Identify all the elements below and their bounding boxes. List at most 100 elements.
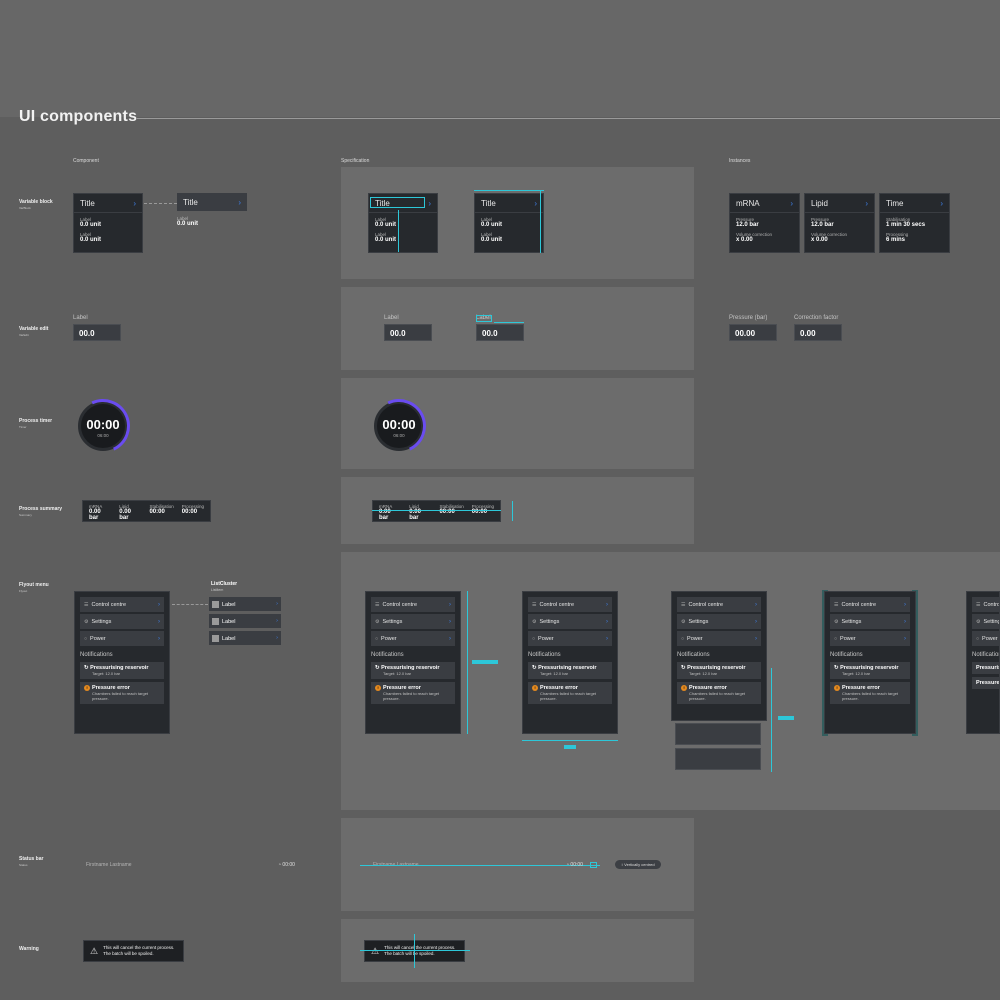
menu-item-control-centre[interactable]: ☰ Control centre › <box>80 597 164 612</box>
error-icon: ! <box>834 685 840 691</box>
spec-measure-line <box>771 668 772 772</box>
spec-measure-line <box>360 950 470 951</box>
row-label-status-bar: Status bar Status <box>19 856 44 867</box>
notifications-heading: Notifications <box>677 652 710 658</box>
vertically-centred-pill: ↕ Vertically centred <box>615 860 661 869</box>
connector-line <box>144 203 177 205</box>
chevron-right-icon: › <box>276 601 278 607</box>
error-icon: ! <box>532 685 538 691</box>
spec-measure-line <box>540 190 541 253</box>
power-icon: ○ <box>834 635 838 642</box>
variable-block-title: Title <box>481 198 496 208</box>
notifications-heading: Notifications <box>528 652 561 658</box>
variable-block-instance-time[interactable]: Time › Stabilisation 1 min 30 secs Proces… <box>879 193 950 253</box>
square-icon <box>212 634 219 642</box>
error-icon: ! <box>84 685 90 691</box>
variable-value: 0.0 unit <box>481 237 503 243</box>
chevron-right-icon: › <box>238 197 241 207</box>
title-divider <box>137 118 1000 119</box>
chevron-right-icon: › <box>606 618 608 625</box>
power-icon: ○ <box>681 635 685 642</box>
pressure-field[interactable]: 00.00 <box>729 324 777 341</box>
notification-item-error[interactable]: ! Pressure error Chambers failed to reach… <box>80 682 164 704</box>
sliders-icon: ☰ <box>834 601 839 608</box>
variable-value: 0.0 unit <box>80 222 102 228</box>
power-icon: ○ <box>375 635 379 642</box>
header-band <box>0 0 1000 117</box>
notifications-heading: Notifications <box>972 652 999 658</box>
variable-value: 0.0 unit <box>375 222 397 228</box>
variable-block-component[interactable]: Title › Label 0.0 unit Label 0.0 unit <box>73 193 143 253</box>
edit-field[interactable]: 00.0 <box>73 324 121 341</box>
column-head-component: Component <box>73 158 99 164</box>
column-head-specification: Specification <box>341 158 370 164</box>
process-summary: mRNA 0.00 bar Lipid 0.00 bar Stabilisation… <box>82 500 211 522</box>
variable-value: 0.0 unit <box>177 221 199 227</box>
variable-block-floating[interactable]: Title › Label 0.0 unit <box>177 193 247 227</box>
chevron-right-icon: › <box>449 601 451 608</box>
variable-block-instance-mrna[interactable]: mRNA › Pressure 12.0 bar Volume correctio… <box>729 193 800 253</box>
summary-cell: Stabilisation 00:00 <box>149 504 174 515</box>
list-item[interactable]: Label › <box>209 614 281 628</box>
sliders-icon: ☰ <box>532 601 537 608</box>
warning-banner: ⚠ This will cancel the current process. T… <box>83 940 184 962</box>
variable-value: 0.0 unit <box>481 222 503 228</box>
chevron-right-icon: › <box>276 635 278 641</box>
spec-measure-line <box>360 865 600 866</box>
gear-icon: ⚙ <box>681 618 686 625</box>
timer-time: 00:00 <box>382 417 416 432</box>
process-timer-spec: 00:00 06:00 <box>364 391 434 461</box>
flyout-menu-spec: ☰ Control centre › ⚙ Settings › ○ Power › Noti… <box>522 591 618 734</box>
chevron-right-icon: › <box>865 198 868 208</box>
variable-block-title: Time <box>886 198 904 208</box>
chevron-right-icon: › <box>606 635 608 642</box>
chevron-right-icon: › <box>790 198 793 208</box>
error-icon: ! <box>375 685 381 691</box>
notifications-heading: Notifications <box>830 652 863 658</box>
notifications-heading: Notifications <box>371 652 404 658</box>
process-summary-spec: mRNA 0.00 bar Lipid 0.00 bar Stabilisation… <box>372 500 501 522</box>
correction-factor-field[interactable]: 0.00 <box>794 324 842 341</box>
row-label-process-summary: Process summary Summary <box>19 506 63 517</box>
flyout-menu: ☰ Control centre › ⚙ Settings › ○ Power › Noti… <box>74 591 170 734</box>
row-label-variable-block: Variable block VarBlock <box>19 199 53 210</box>
warning-icon: ⚠ <box>90 945 99 956</box>
chevron-right-icon: › <box>755 618 757 625</box>
warning-icon: ⚠ <box>371 946 379 957</box>
menu-item-settings[interactable]: ⚙ Settings › <box>80 614 164 629</box>
edit-label: Label <box>73 315 88 321</box>
list-cluster: Label › Label › Label › <box>209 597 281 648</box>
variable-block-title: mRNA <box>736 198 760 208</box>
variable-value: 0.0 unit <box>80 237 102 243</box>
chevron-right-icon: › <box>755 601 757 608</box>
power-icon: ○ <box>84 635 88 642</box>
flyout-menu-spec-cropped: ☰Control centre ⚙Settings ○Power Notific… <box>966 591 1000 734</box>
chevron-right-icon: › <box>606 601 608 608</box>
summary-cell: Stabilisation 00:00 <box>439 504 464 515</box>
row-label-variable-edit: Variable edit VarEdit <box>19 326 49 337</box>
list-cluster-sub: ListItem <box>211 588 224 592</box>
chevron-right-icon: › <box>449 635 451 642</box>
timer-time: 00:00 <box>86 417 120 432</box>
summary-cell: mRNA 0.00 bar <box>379 504 393 521</box>
menu-item-power[interactable]: ○ Power › <box>80 631 164 646</box>
notification-item[interactable]: ↻ Pressurising reservoir Target: 12.0 ba… <box>80 662 164 679</box>
chevron-right-icon: › <box>133 198 136 208</box>
flyout-menu-spec: ☰ Control centre › ⚙ Settings › ○ Power › Noti… <box>824 591 916 734</box>
spec-measure-tag <box>564 745 576 749</box>
list-item[interactable]: Label › <box>209 631 281 645</box>
variable-value: 0.0 unit <box>375 237 397 243</box>
power-icon: ○ <box>532 635 536 642</box>
spec-outline <box>590 862 597 868</box>
timer-subtime: 06:00 <box>393 433 405 438</box>
chevron-right-icon: › <box>904 601 906 608</box>
page-title: UI components <box>19 108 138 125</box>
power-icon: ○ <box>976 635 980 642</box>
chevron-right-icon: › <box>755 635 757 642</box>
placeholder-block <box>675 748 761 770</box>
spec-outline <box>476 315 492 322</box>
chevron-right-icon: › <box>158 618 160 625</box>
variable-block-instance-lipid[interactable]: Lipid › Pressure 12.0 bar Volume correcti… <box>804 193 875 253</box>
variable-value: 12.0 bar <box>736 222 759 228</box>
list-item[interactable]: Label › <box>209 597 281 611</box>
